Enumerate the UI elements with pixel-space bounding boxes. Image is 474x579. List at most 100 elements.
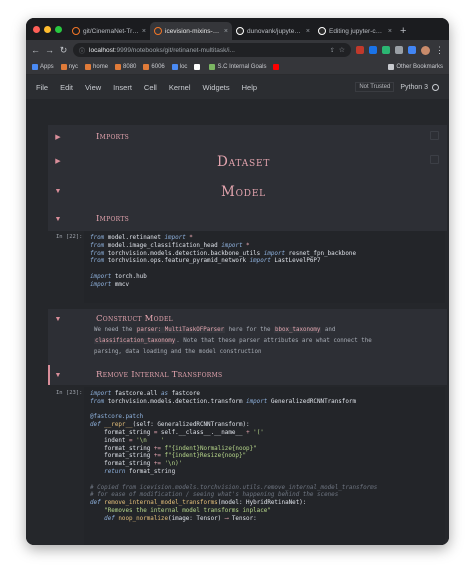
forward-arrow-icon[interactable]: → (45, 45, 54, 55)
md-text: We need the (94, 327, 133, 333)
markdown-line-3: parsing, data loading and the model cons… (94, 349, 262, 355)
code-line: format_string += f"{indent}Resize{noop}" (90, 453, 439, 461)
extension-blue-icon[interactable] (408, 46, 416, 54)
extension-evernote-icon[interactable] (382, 46, 390, 54)
bookmark-icon (143, 64, 150, 70)
markdown-line-2: classification_taxonomy. Note that these… (94, 336, 425, 347)
bookmark-item[interactable]: loc (171, 64, 187, 70)
md-text: . Note that these parser attributes are … (176, 338, 372, 344)
bookmark-item[interactable]: 6006 (143, 64, 165, 70)
extension-puzzle-icon[interactable] (395, 46, 403, 54)
code-line: def noop_normalize(image: Tensor) ⟶ Tens… (90, 516, 439, 524)
heading-remove-transforms: Remove Internal Transforms (96, 370, 223, 380)
cell-prompt: In [23]: (56, 390, 83, 396)
bookmark-icon (115, 64, 122, 70)
bookmarks-bar: Apps nyc home 8080 6006 loc S.C Internal Goals… (26, 60, 449, 75)
code-token: return (90, 468, 126, 475)
new-tab-button[interactable]: + (396, 22, 410, 40)
close-tab-icon[interactable]: × (306, 28, 310, 35)
browser-tab[interactable]: dunovank/jupyter-the × (232, 22, 314, 40)
bookmark-star-icon[interactable]: ☆ (339, 46, 345, 54)
bookmark-item[interactable] (273, 64, 281, 70)
close-tab-icon[interactable]: × (142, 28, 146, 35)
collapse-arrow-icon[interactable]: ▼ (53, 216, 63, 223)
share-icon[interactable]: ⇪ (330, 47, 335, 54)
bookmark-label: home (93, 64, 109, 70)
extension-dropbox-icon[interactable] (369, 46, 377, 54)
bookmark-icon (194, 64, 201, 70)
bookmark-item[interactable]: Other Bookmarks (388, 64, 443, 70)
menu-item-widgets[interactable]: Widgets (203, 83, 230, 92)
menu-item-insert[interactable]: Insert (113, 83, 132, 92)
code-token: from (90, 235, 105, 241)
zoom-window-button[interactable] (55, 25, 62, 33)
bookmark-label: Apps (40, 64, 54, 70)
collapse-arrow-icon[interactable]: ▼ (53, 316, 63, 323)
browser-tab[interactable]: git/CinemaNet-Traini × (68, 22, 150, 40)
jupyter-menubar: File Edit View Insert Cell Kernel Widgets Help … (26, 75, 449, 99)
minimize-window-button[interactable] (44, 25, 51, 33)
code-token: self.__class__.__name__ (157, 429, 247, 436)
tab-list: git/CinemaNet-Traini × icevision-mixins-re… (68, 22, 396, 40)
code-token: def (90, 422, 101, 429)
code-token: GeneralizedRCNNTransform (267, 398, 356, 405)
code-line: "Removes the internal model transforms i… (90, 508, 439, 516)
bookmark-item[interactable]: 8080 (115, 64, 136, 70)
code-token: Tensor: (228, 515, 257, 522)
code-token: model.image_classification_head (104, 242, 222, 249)
expand-arrow-icon[interactable]: ▶ (53, 133, 63, 141)
address-bar[interactable]: ⓘ localhost:9999/notebooks/git/retinanet… (73, 43, 351, 57)
trust-status-button[interactable]: Not Trusted (355, 82, 395, 92)
menu-item-cell[interactable]: Cell (144, 83, 157, 92)
cell-checkbox[interactable] (430, 131, 439, 140)
expand-arrow-icon[interactable]: ▶ (53, 157, 63, 165)
bookmark-item[interactable]: nyc (60, 64, 78, 70)
bookmark-icon (273, 64, 280, 70)
code-token: torchvision.models.detection.transform (104, 398, 247, 405)
url-text: localhost:9999/notebooks/git/retinanet-m… (89, 47, 326, 54)
menu-item-view[interactable]: View (85, 83, 101, 92)
extension-shield-icon[interactable] (356, 46, 364, 54)
menu-item-kernel[interactable]: Kernel (169, 83, 191, 92)
menu-item-edit[interactable]: Edit (60, 83, 73, 92)
code-token: import (90, 391, 112, 397)
back-arrow-icon[interactable]: ← (31, 45, 40, 55)
cell-checkbox[interactable] (430, 155, 439, 164)
code-token: def (90, 500, 101, 507)
browser-tab[interactable]: icevision-mixins-refa × (150, 22, 232, 40)
code-token: += (153, 461, 161, 468)
tab-title: icevision-mixins-refa (165, 27, 221, 35)
code-cell-22[interactable]: In [22]: from model.retinanet import * fr… (48, 231, 447, 303)
bookmark-item[interactable] (194, 64, 202, 70)
menu-item-help[interactable]: Help (242, 83, 257, 92)
bookmark-item[interactable]: Apps (32, 64, 54, 70)
browser-tab[interactable]: Editing jupyter-custo × (314, 22, 396, 40)
collapse-arrow-icon[interactable]: ▼ (53, 372, 63, 379)
info-icon[interactable]: ⓘ (79, 46, 85, 55)
close-window-button[interactable] (33, 25, 40, 33)
bookmark-item[interactable]: home (85, 64, 108, 70)
code-token: format_string (125, 468, 176, 475)
code-token: '\n ' (132, 437, 165, 444)
code-line: from torchvision.models.detection.backbo… (90, 251, 439, 259)
code-token: (model: HybridRetinaNet): (217, 500, 307, 507)
code-cell-23[interactable]: In [23]: import fastcore.all as fastcore… (48, 387, 447, 545)
code-line: from model.image_classification_head imp… (90, 243, 439, 251)
menu-item-file[interactable]: File (36, 83, 48, 92)
code-token: (image: Tensor) (168, 515, 225, 522)
more-menu-icon[interactable]: ⋮ (435, 45, 444, 56)
bookmark-icon (388, 64, 395, 70)
collapse-arrow-icon[interactable]: ▼ (53, 188, 63, 195)
code-editor[interactable]: import fastcore.all as fastcore from torc… (84, 387, 445, 545)
code-token: as (160, 391, 169, 397)
reload-icon[interactable]: ↻ (59, 45, 68, 56)
bookmark-item[interactable]: S.C Internal Goals (209, 64, 266, 70)
close-tab-icon[interactable]: × (224, 28, 228, 35)
close-tab-icon[interactable]: × (388, 28, 392, 35)
code-line: format_string += '\n)' (90, 461, 439, 469)
profile-avatar[interactable] (421, 45, 430, 55)
code-editor[interactable]: from model.retinanet import * from model.… (84, 231, 445, 303)
code-token: LastLevelP6P7 (270, 258, 321, 265)
code-token: import (90, 281, 112, 288)
